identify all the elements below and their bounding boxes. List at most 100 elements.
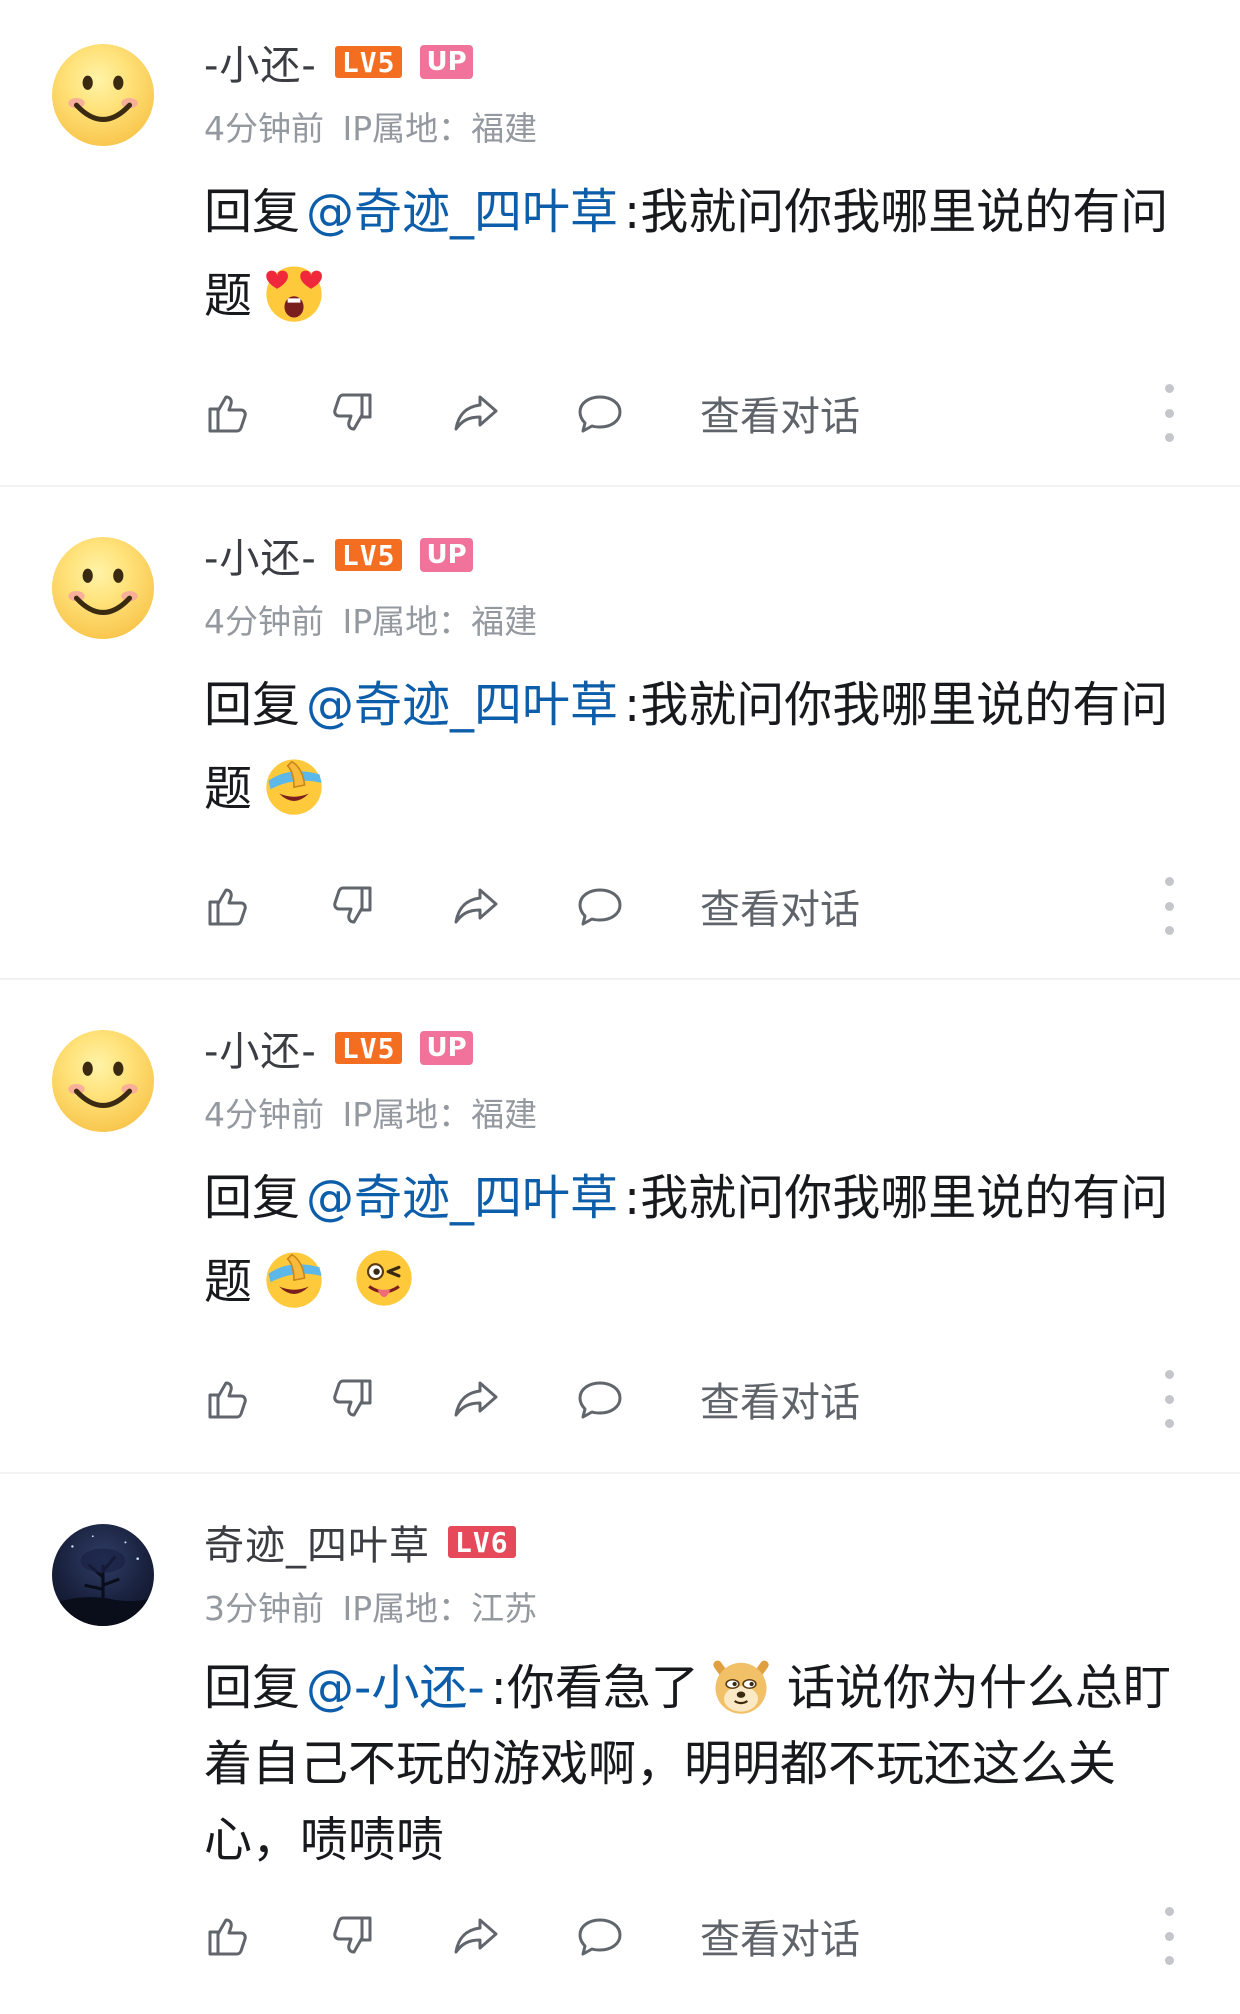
avatar[interactable] — [52, 1524, 154, 1626]
action-bar: 查看对话 — [204, 1368, 1184, 1430]
smiley-avatar-icon — [68, 75, 138, 122]
action-bar: 查看对话 — [204, 382, 1184, 444]
facepalm-laugh-emoji — [260, 751, 328, 819]
comment-meta: 4分钟前 IP属地：福建 — [204, 1088, 537, 1136]
comment-item: -小还- LV5 UP 4分钟前 IP属地：福建 回复 @奇迹_四叶草:我就问你我… — [0, 485, 1240, 978]
dislike-button[interactable] — [328, 389, 376, 437]
comment-time: 4分钟前 — [204, 1095, 324, 1134]
mention-link[interactable]: @奇迹_四叶草 — [306, 184, 618, 240]
more-options-icon[interactable] — [1154, 1907, 1184, 1965]
like-button[interactable] — [204, 1375, 252, 1423]
mention-link[interactable]: @奇迹_四叶草 — [306, 1170, 618, 1226]
username[interactable]: 奇迹_四叶草 — [204, 1513, 430, 1571]
comment-body: 回复 @-小还-:你看急了 话说你为什么总盯着自己不玩的游戏啊，明明都不玩还这么关… — [204, 1650, 1204, 1878]
reply-button[interactable] — [576, 389, 624, 437]
more-options-icon[interactable] — [1154, 877, 1184, 935]
wink-tongue-emoji — [350, 1244, 418, 1312]
view-conversation-link[interactable]: 查看对话 — [700, 1907, 860, 1965]
comment-time: 3分钟前 — [204, 1589, 324, 1628]
username[interactable]: -小还- — [204, 526, 317, 584]
reply-prefix: 回复 — [204, 184, 301, 240]
level-badge: LV5 — [334, 539, 403, 572]
thumbs-up-icon — [208, 395, 247, 433]
avatar[interactable] — [52, 537, 154, 639]
more-options-icon[interactable] — [1154, 1370, 1184, 1428]
share-arrow-icon — [454, 1381, 498, 1417]
avatar[interactable] — [52, 1030, 154, 1132]
divider — [0, 485, 1240, 487]
ip-location: IP属地：江苏 — [342, 1589, 538, 1628]
view-conversation-link[interactable]: 查看对话 — [700, 1370, 860, 1428]
comment-item: -小还- LV5 UP 4分钟前 IP属地：福建 回复 @奇迹_四叶草:我就问你我… — [0, 978, 1240, 1471]
mention-link[interactable]: @奇迹_四叶草 — [306, 677, 618, 733]
reply-prefix: 回复 — [204, 1170, 301, 1226]
view-conversation-link[interactable]: 查看对话 — [700, 384, 860, 442]
like-button[interactable] — [204, 882, 252, 930]
comment-body: 回复 @奇迹_四叶草:我就问你我哪里说的有问题 — [204, 663, 1204, 831]
level-badge: LV6 — [448, 1526, 516, 1559]
comment-meta: 4分钟前 IP属地：福建 — [204, 102, 537, 150]
divider — [0, 978, 1240, 980]
reply-prefix: 回复 — [204, 1660, 301, 1716]
up-badge: UP — [420, 1031, 473, 1065]
level-badge: LV5 — [334, 46, 403, 79]
thumbs-down-icon — [333, 886, 372, 924]
thumbs-down-icon — [333, 393, 372, 431]
avatar[interactable] — [52, 44, 154, 146]
like-button[interactable] — [204, 389, 252, 437]
comment-body: 回复 @奇迹_四叶草:我就问你我哪里说的有问题 — [204, 1156, 1204, 1324]
like-button[interactable] — [204, 1912, 252, 1960]
action-bar: 查看对话 — [204, 875, 1184, 937]
comment-item: -小还- LV5 UP 4分钟前 IP属地：福建 回复 @奇迹_四叶草:我就问你我… — [0, 0, 1240, 485]
speech-bubble-icon — [578, 1918, 622, 1956]
up-badge: UP — [420, 45, 473, 79]
comment-body: 回复 @奇迹_四叶草:我就问你我哪里说的有问题 — [204, 170, 1204, 338]
dislike-button[interactable] — [328, 882, 376, 930]
smiley-avatar-icon — [68, 568, 138, 615]
reply-button[interactable] — [576, 882, 624, 930]
dislike-button[interactable] — [328, 1912, 376, 1960]
divider — [0, 1472, 1240, 1474]
thumbs-up-icon — [208, 888, 247, 926]
speech-bubble-icon — [578, 888, 622, 926]
action-bar: 查看对话 — [204, 1905, 1184, 1967]
more-options-icon[interactable] — [1154, 384, 1184, 442]
thumbs-up-icon — [208, 1918, 247, 1956]
thumbs-down-icon — [333, 1379, 372, 1417]
doge-emoji — [707, 1650, 775, 1718]
mention-link[interactable]: @-小还- — [306, 1660, 485, 1716]
username[interactable]: -小还- — [204, 33, 317, 91]
comment-text: :你看急了 — [490, 1660, 699, 1716]
view-conversation-link[interactable]: 查看对话 — [700, 877, 860, 935]
comment-item: 奇迹_四叶草 LV6 3分钟前 IP属地：江苏 回复 @-小还-:你看急了 话说你… — [0, 1472, 1240, 2014]
share-button[interactable] — [452, 389, 500, 437]
level-badge: LV5 — [334, 1032, 403, 1065]
reply-button[interactable] — [576, 1375, 624, 1423]
comment-time: 4分钟前 — [204, 109, 324, 148]
facepalm-laugh-emoji — [260, 1244, 328, 1312]
heart-eyes-emoji — [260, 258, 328, 326]
share-arrow-icon — [454, 888, 498, 924]
comment-time: 4分钟前 — [204, 602, 324, 641]
ip-location: IP属地：福建 — [342, 109, 538, 148]
smiley-avatar-icon — [68, 1061, 138, 1108]
share-arrow-icon — [454, 1918, 498, 1954]
comment-meta: 4分钟前 IP属地：福建 — [204, 595, 537, 643]
speech-bubble-icon — [578, 1381, 622, 1419]
comment-meta: 3分钟前 IP属地：江苏 — [204, 1582, 537, 1630]
ip-location: IP属地：福建 — [342, 1095, 538, 1134]
ip-location: IP属地：福建 — [342, 602, 538, 641]
thumbs-up-icon — [208, 1381, 247, 1419]
comment-feed: -小还- LV5 UP 4分钟前 IP属地：福建 回复 @奇迹_四叶草:我就问你我… — [0, 0, 1240, 2014]
username[interactable]: -小还- — [204, 1019, 317, 1077]
share-button[interactable] — [452, 1375, 500, 1423]
share-arrow-icon — [454, 395, 498, 431]
dislike-button[interactable] — [328, 1375, 376, 1423]
reply-button[interactable] — [576, 1912, 624, 1960]
up-badge: UP — [420, 538, 473, 572]
speech-bubble-icon — [578, 395, 622, 433]
share-button[interactable] — [452, 1912, 500, 1960]
share-button[interactable] — [452, 882, 500, 930]
thumbs-down-icon — [333, 1916, 372, 1954]
reply-prefix: 回复 — [204, 677, 301, 733]
